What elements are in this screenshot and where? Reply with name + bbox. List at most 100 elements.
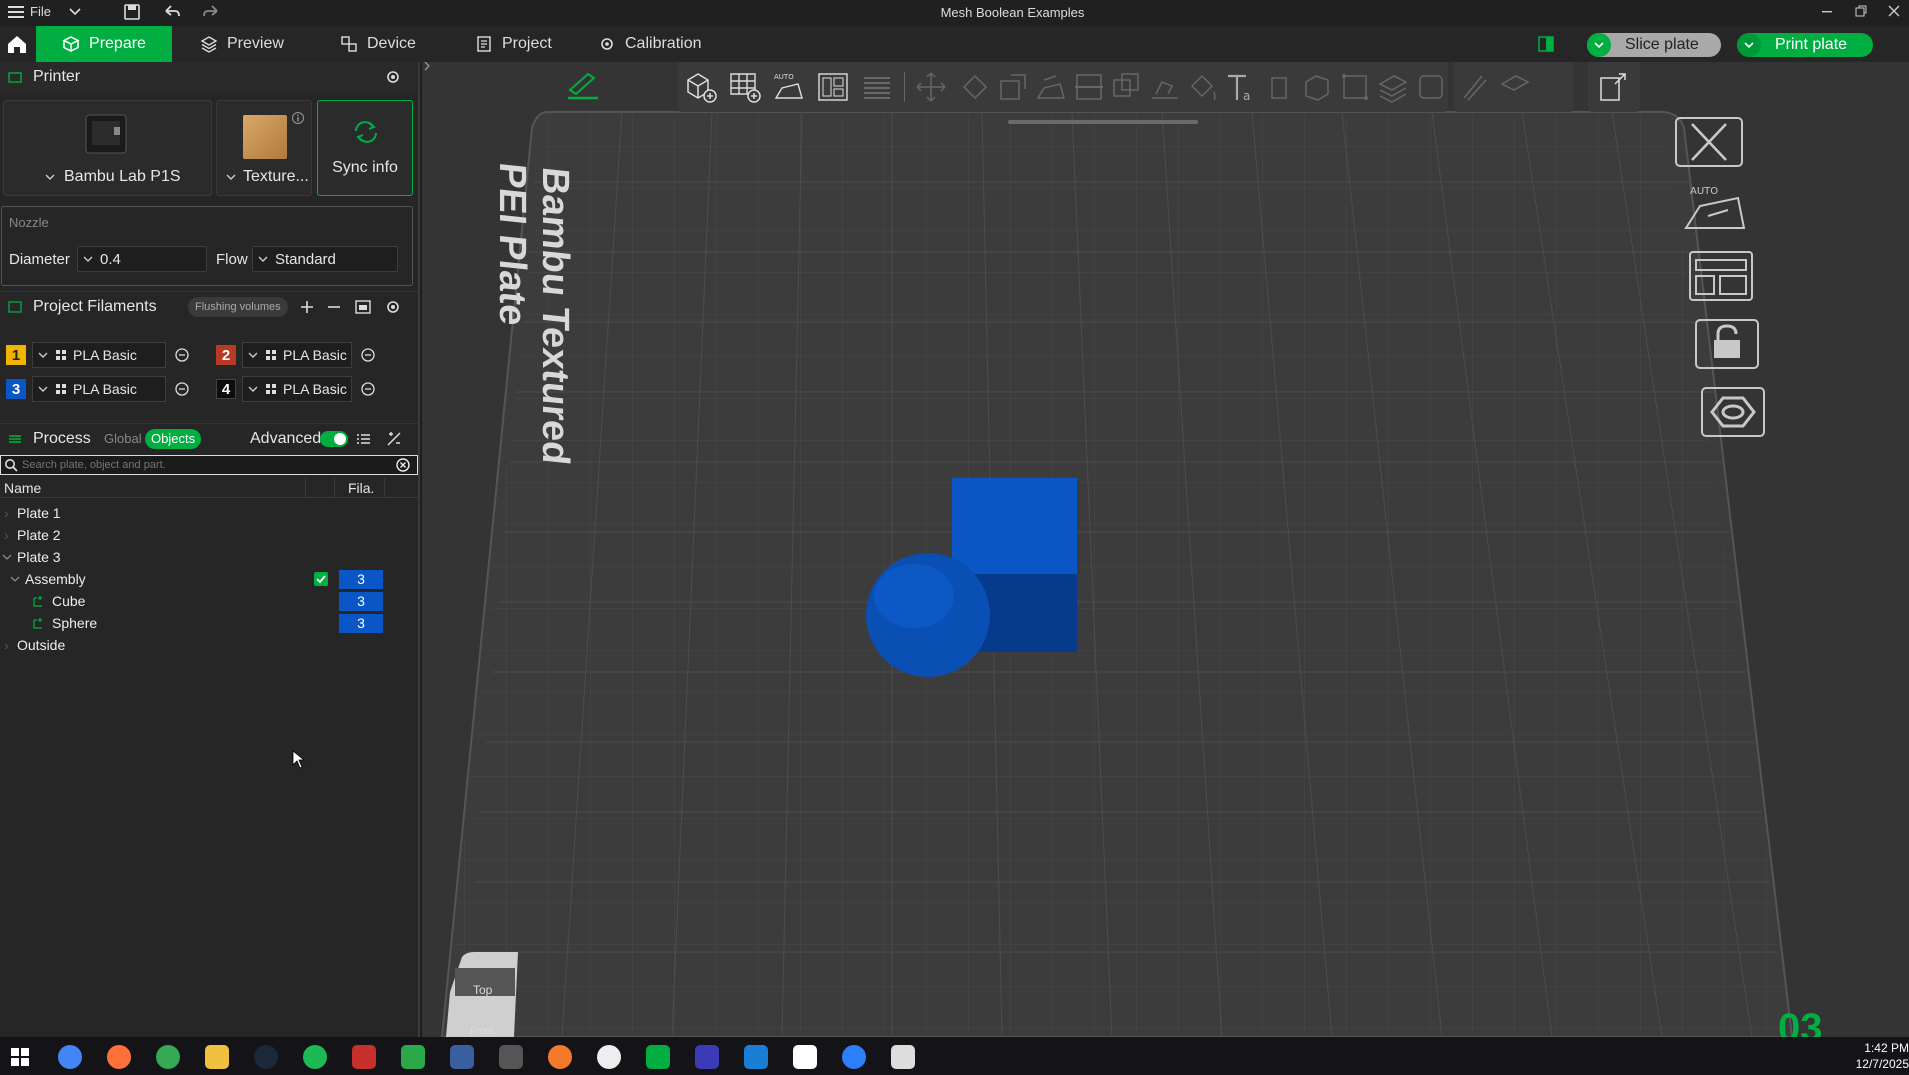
app-4-icon[interactable] bbox=[842, 1045, 866, 1069]
plate-select-card[interactable]: Texture... bbox=[216, 100, 312, 196]
tree-row-cube[interactable]: Cube 3 bbox=[0, 590, 418, 612]
split-layers-icon[interactable] bbox=[860, 70, 894, 104]
restore-icon[interactable] bbox=[1854, 4, 1868, 18]
gear-icon[interactable] bbox=[385, 299, 401, 315]
arrange-side-icon[interactable] bbox=[1686, 248, 1756, 304]
svg-tool-icon[interactable] bbox=[1262, 70, 1296, 104]
blender-icon[interactable] bbox=[548, 1045, 572, 1069]
advanced-toggle[interactable] bbox=[320, 430, 348, 447]
github-icon[interactable] bbox=[597, 1045, 621, 1069]
tab-preview[interactable]: Preview bbox=[200, 26, 284, 62]
object-search-input[interactable] bbox=[22, 457, 392, 473]
gear-icon[interactable] bbox=[385, 69, 401, 85]
filezilla-icon[interactable] bbox=[352, 1045, 376, 1069]
scale-icon[interactable] bbox=[996, 70, 1030, 104]
checkbox-checked-icon[interactable] bbox=[314, 572, 328, 586]
color-paint-icon[interactable] bbox=[1186, 70, 1220, 104]
filament-badge[interactable]: 3 bbox=[339, 613, 383, 633]
sidebar-toggle-icon[interactable] bbox=[1537, 35, 1555, 53]
lock-icon[interactable] bbox=[1692, 316, 1762, 372]
view-cube-front[interactable]: Front bbox=[470, 1026, 493, 1037]
chevron-down-icon[interactable] bbox=[1737, 33, 1761, 57]
layers-edit-icon[interactable] bbox=[1376, 70, 1410, 104]
text-tool-icon[interactable]: a bbox=[1224, 70, 1258, 104]
steam-icon[interactable] bbox=[254, 1045, 278, 1069]
view-cube-top[interactable]: Top bbox=[473, 983, 492, 997]
lay-on-face-icon[interactable] bbox=[1034, 70, 1068, 104]
tab-project[interactable]: Project bbox=[475, 26, 552, 62]
column-name[interactable]: Name bbox=[4, 480, 41, 496]
azure-icon[interactable] bbox=[744, 1045, 768, 1069]
tree-row-plate-1[interactable]: › Plate 1 bbox=[0, 502, 418, 524]
tab-device[interactable]: Device bbox=[340, 26, 416, 62]
filament-edit-icon[interactable] bbox=[360, 347, 376, 363]
chevron-down-icon[interactable] bbox=[10, 575, 20, 583]
chevron-down-icon[interactable] bbox=[2, 553, 12, 561]
flushing-volumes-button[interactable]: Flushing volumes bbox=[188, 296, 288, 317]
filament-select-2[interactable]: PLA Basic bbox=[242, 342, 352, 368]
support-paint-icon[interactable] bbox=[1148, 70, 1182, 104]
objects-toggle[interactable]: Objects bbox=[145, 428, 202, 449]
windows-start-icon[interactable] bbox=[8, 1045, 32, 1069]
measure-icon[interactable] bbox=[1338, 70, 1372, 104]
close-window-icon[interactable] bbox=[1887, 4, 1901, 18]
seam-paint-icon[interactable] bbox=[1456, 70, 1490, 104]
rotate-icon[interactable] bbox=[958, 70, 992, 104]
sync-filament-icon[interactable] bbox=[354, 299, 372, 315]
filament-edit-icon[interactable] bbox=[174, 347, 190, 363]
filament-slot-1[interactable]: 1 PLA Basic bbox=[6, 342, 190, 368]
cut-icon[interactable] bbox=[1072, 70, 1106, 104]
list-icon[interactable] bbox=[356, 431, 372, 447]
assembly-icon[interactable] bbox=[1300, 70, 1334, 104]
sync-info-button[interactable]: Sync info bbox=[317, 100, 413, 196]
move-icon[interactable] bbox=[914, 70, 948, 104]
app-3-icon[interactable] bbox=[793, 1045, 817, 1069]
info-icon[interactable] bbox=[291, 111, 305, 125]
filament-edit-icon[interactable] bbox=[360, 381, 376, 397]
tree-row-outside[interactable]: › Outside bbox=[0, 634, 418, 656]
filament-slot-4[interactable]: 4 PLA Basic bbox=[216, 376, 376, 402]
minus-icon[interactable] bbox=[326, 299, 342, 315]
filament-select-4[interactable]: PLA Basic bbox=[242, 376, 352, 402]
spotify-icon[interactable] bbox=[303, 1045, 327, 1069]
app-icon[interactable] bbox=[450, 1045, 474, 1069]
terminal-icon[interactable] bbox=[891, 1045, 915, 1069]
filament-slot-2[interactable]: 2 PLA Basic bbox=[216, 342, 376, 368]
3d-viewport[interactable]: Bambu Textured PEI Plate Top Front 03 AU… bbox=[422, 62, 1909, 1037]
minimize-icon[interactable] bbox=[1820, 4, 1834, 18]
global-toggle[interactable]: Global bbox=[104, 431, 142, 446]
object-search-box[interactable] bbox=[0, 455, 418, 475]
chevron-down-icon[interactable] bbox=[1587, 33, 1611, 57]
close-tool-icon[interactable] bbox=[1674, 114, 1744, 170]
clock[interactable]: 1:42 PM 12/7/2025 bbox=[1800, 1040, 1909, 1072]
view-settings-icon[interactable] bbox=[1698, 384, 1768, 440]
add-plate-icon[interactable] bbox=[728, 70, 762, 104]
add-object-icon[interactable] bbox=[684, 70, 718, 104]
diameter-select[interactable]: 0.4 bbox=[77, 246, 207, 272]
plus-icon[interactable] bbox=[299, 299, 315, 315]
flow-select[interactable]: Standard bbox=[252, 246, 398, 272]
filament-badge[interactable]: 3 bbox=[339, 569, 383, 589]
collapse-panel-icon[interactable] bbox=[422, 62, 430, 72]
clear-search-icon[interactable] bbox=[396, 458, 410, 472]
app-2-icon[interactable] bbox=[695, 1045, 719, 1069]
boolean-icon[interactable] bbox=[1110, 70, 1144, 104]
unity-icon[interactable] bbox=[499, 1045, 523, 1069]
print-plate-button[interactable]: Print plate bbox=[1737, 33, 1873, 57]
brim-ears-icon[interactable] bbox=[1498, 70, 1532, 104]
variable-height-icon[interactable] bbox=[1414, 70, 1448, 104]
filament-edit-icon[interactable] bbox=[174, 381, 190, 397]
object-settings-icon[interactable] bbox=[1597, 70, 1631, 104]
filament-badge[interactable]: 3 bbox=[339, 591, 383, 611]
compare-icon[interactable] bbox=[386, 431, 402, 447]
arrange-icon[interactable] bbox=[816, 70, 850, 104]
edit-tool[interactable] bbox=[566, 70, 600, 100]
auto-orient-icon[interactable]: AUTO bbox=[772, 70, 806, 104]
chrome-profile-icon[interactable] bbox=[58, 1045, 82, 1069]
filament-slot-3[interactable]: 3 PLA Basic bbox=[6, 376, 190, 402]
printer-select-card[interactable]: Bambu Lab P1S bbox=[3, 100, 212, 196]
tree-row-plate-3[interactable]: Plate 3 bbox=[0, 546, 418, 568]
firefox-icon[interactable] bbox=[107, 1045, 131, 1069]
sync-app-icon[interactable] bbox=[401, 1045, 425, 1069]
column-fila[interactable]: Fila. bbox=[348, 480, 374, 496]
